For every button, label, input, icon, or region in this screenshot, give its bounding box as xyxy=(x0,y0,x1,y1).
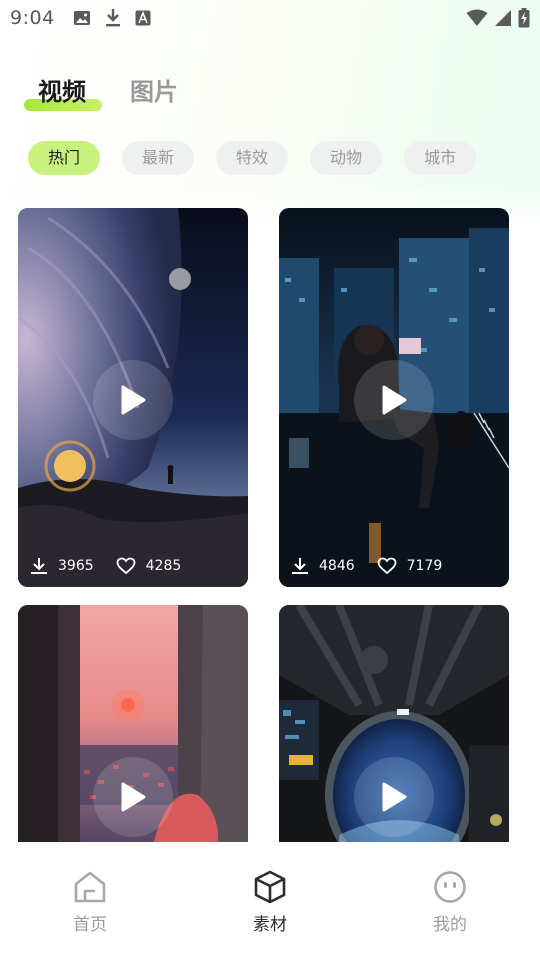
nav-materials[interactable]: 素材 xyxy=(180,842,360,960)
nav-home-label: 首页 xyxy=(73,915,107,935)
play-icon xyxy=(382,385,407,415)
signal-icon xyxy=(495,10,511,26)
tab-image[interactable]: 图片 xyxy=(130,72,178,107)
tab-image-label: 图片 xyxy=(130,78,178,106)
battery-charging-icon xyxy=(518,8,530,28)
download-count: 4846 xyxy=(319,558,355,574)
video-card[interactable]: 3965 4285 xyxy=(18,208,248,587)
play-icon xyxy=(121,782,146,812)
nav-mine-label: 我的 xyxy=(433,915,467,935)
heart-icon xyxy=(116,557,136,575)
chip-effects[interactable]: 特效 xyxy=(216,141,289,175)
like-count: 7179 xyxy=(406,558,443,574)
chip-latest[interactable]: 最新 xyxy=(122,141,195,175)
download-icon xyxy=(31,558,47,574)
category-chips: 热门 最新 特效 动物 城市 xyxy=(28,141,477,175)
download-icon xyxy=(292,558,308,574)
status-bar: 9:04 xyxy=(0,0,540,36)
image-icon xyxy=(73,11,90,25)
chip-animals[interactable]: 动物 xyxy=(310,141,383,175)
play-button[interactable] xyxy=(354,757,434,837)
play-icon xyxy=(121,385,146,415)
chip-city[interactable]: 城市 xyxy=(404,141,477,175)
download-stat: 4846 xyxy=(291,557,355,575)
tab-video-label: 视频 xyxy=(38,78,86,106)
smile-face-icon xyxy=(434,871,466,903)
notification-icons xyxy=(73,8,151,28)
card-stats: 4846 7179 xyxy=(291,557,464,575)
play-button[interactable] xyxy=(93,757,173,837)
nav-home[interactable]: 首页 xyxy=(0,842,180,960)
home-icon xyxy=(74,871,106,903)
play-icon xyxy=(382,782,407,812)
bottom-nav: 首页 素材 我的 xyxy=(0,842,540,960)
chip-hot[interactable]: 热门 xyxy=(28,141,101,175)
like-stat: 7179 xyxy=(377,557,443,575)
nav-materials-label: 素材 xyxy=(253,915,287,935)
status-time: 9:04 xyxy=(10,7,55,29)
like-count: 4285 xyxy=(145,558,182,574)
wifi-icon xyxy=(466,9,488,26)
card-stats: 3965 4285 xyxy=(30,557,203,575)
heart-icon xyxy=(377,557,397,575)
nav-mine[interactable]: 我的 xyxy=(360,842,540,960)
system-icons xyxy=(466,8,530,28)
text-a-icon xyxy=(135,10,151,26)
top-tabs: 视频 图片 xyxy=(24,72,222,111)
tab-video[interactable]: 视频 xyxy=(24,72,102,111)
play-button[interactable] xyxy=(354,360,434,440)
like-stat: 4285 xyxy=(116,557,182,575)
download-count: 3965 xyxy=(58,558,94,574)
download-stat: 3965 xyxy=(30,557,94,575)
cube-icon xyxy=(254,870,286,904)
play-button[interactable] xyxy=(93,360,173,440)
download-icon xyxy=(105,9,120,27)
video-card[interactable]: 4846 7179 xyxy=(279,208,509,587)
